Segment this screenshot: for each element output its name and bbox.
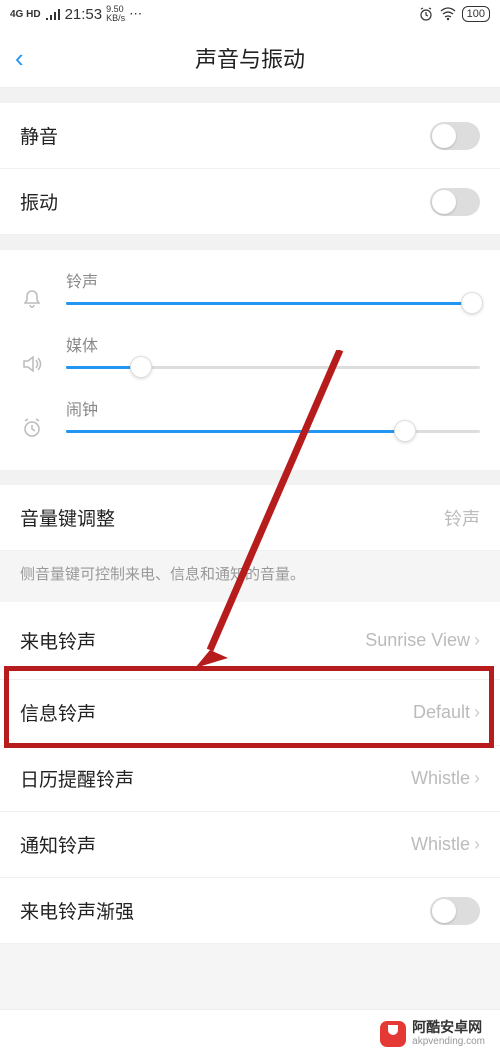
vibrate-label: 振动 bbox=[20, 188, 58, 215]
message-ringtone-value: Default› bbox=[413, 702, 480, 723]
chevron-right-icon: › bbox=[474, 630, 480, 651]
media-slider[interactable] bbox=[66, 366, 480, 369]
ascending-ringtone-toggle[interactable] bbox=[430, 897, 480, 925]
chevron-right-icon: › bbox=[474, 702, 480, 723]
volume-key-hint: 侧音量键可控制来电、信息和通知的音量。 bbox=[0, 551, 500, 602]
watermark-logo-icon bbox=[380, 1021, 406, 1047]
vibrate-row[interactable]: 振动 bbox=[0, 169, 500, 235]
more-dots-icon: ⋯ bbox=[129, 6, 144, 22]
incoming-ringtone-label: 来电铃声 bbox=[20, 627, 96, 654]
notification-ringtone-value: Whistle› bbox=[411, 834, 480, 855]
message-ringtone-row[interactable]: 信息铃声 Default› bbox=[0, 680, 500, 746]
calendar-ringtone-row[interactable]: 日历提醒铃声 Whistle› bbox=[0, 746, 500, 812]
battery-indicator: 100 bbox=[462, 6, 490, 22]
vibrate-toggle[interactable] bbox=[430, 188, 480, 216]
ringtone-slider-label: 铃声 bbox=[66, 268, 480, 292]
mute-row[interactable]: 静音 bbox=[0, 103, 500, 169]
network-indicator: 4G HD bbox=[10, 9, 41, 20]
alarm-slider-row: 闹钟 bbox=[0, 388, 500, 452]
calendar-ringtone-value: Whistle› bbox=[411, 768, 480, 789]
signal-bars-icon bbox=[45, 8, 61, 20]
volume-key-label: 音量键调整 bbox=[20, 504, 115, 531]
mute-toggle[interactable] bbox=[430, 122, 480, 150]
calendar-ringtone-label: 日历提醒铃声 bbox=[20, 765, 134, 792]
media-slider-label: 媒体 bbox=[66, 332, 480, 356]
media-slider-row: 媒体 bbox=[0, 324, 500, 388]
page-title: 声音与振动 bbox=[0, 42, 500, 74]
chevron-right-icon: › bbox=[474, 834, 480, 855]
volume-key-value: 铃声 bbox=[444, 505, 480, 531]
alarm-slider-label: 闹钟 bbox=[66, 396, 480, 420]
bell-icon bbox=[20, 268, 48, 318]
ascending-ringtone-label: 来电铃声渐强 bbox=[20, 897, 134, 924]
volume-sliders: 铃声 媒体 闹钟 bbox=[0, 250, 500, 470]
page-header: ‹ 声音与振动 bbox=[0, 28, 500, 88]
incoming-ringtone-row[interactable]: 来电铃声 Sunrise View› bbox=[0, 602, 500, 680]
incoming-ringtone-value: Sunrise View› bbox=[365, 630, 480, 651]
alarm-icon bbox=[418, 6, 434, 22]
wifi-icon bbox=[440, 7, 456, 21]
clock-icon bbox=[20, 396, 48, 446]
notification-ringtone-label: 通知铃声 bbox=[20, 831, 96, 858]
message-ringtone-label: 信息铃声 bbox=[20, 699, 96, 726]
watermark-name: 阿酷安卓网 bbox=[412, 1020, 485, 1035]
status-bar: 4G HD 21:53 9.50KB/s ⋯ 100 bbox=[0, 0, 500, 28]
clock-time: 21:53 bbox=[65, 6, 103, 23]
ascending-ringtone-row[interactable]: 来电铃声渐强 bbox=[0, 878, 500, 944]
back-button[interactable]: ‹ bbox=[15, 45, 24, 71]
alarm-slider[interactable] bbox=[66, 430, 480, 433]
net-speed: 9.50KB/s bbox=[106, 5, 125, 23]
ringtone-slider-row: 铃声 bbox=[0, 260, 500, 324]
mute-label: 静音 bbox=[20, 122, 58, 149]
chevron-right-icon: › bbox=[474, 768, 480, 789]
ringtone-slider[interactable] bbox=[66, 302, 480, 305]
watermark-url: akpvending.com bbox=[412, 1036, 485, 1047]
volume-key-row[interactable]: 音量键调整 铃声 bbox=[0, 485, 500, 551]
speaker-icon bbox=[20, 332, 48, 382]
notification-ringtone-row[interactable]: 通知铃声 Whistle› bbox=[0, 812, 500, 878]
watermark-footer: 阿酷安卓网 akpvending.com bbox=[0, 1009, 500, 1057]
